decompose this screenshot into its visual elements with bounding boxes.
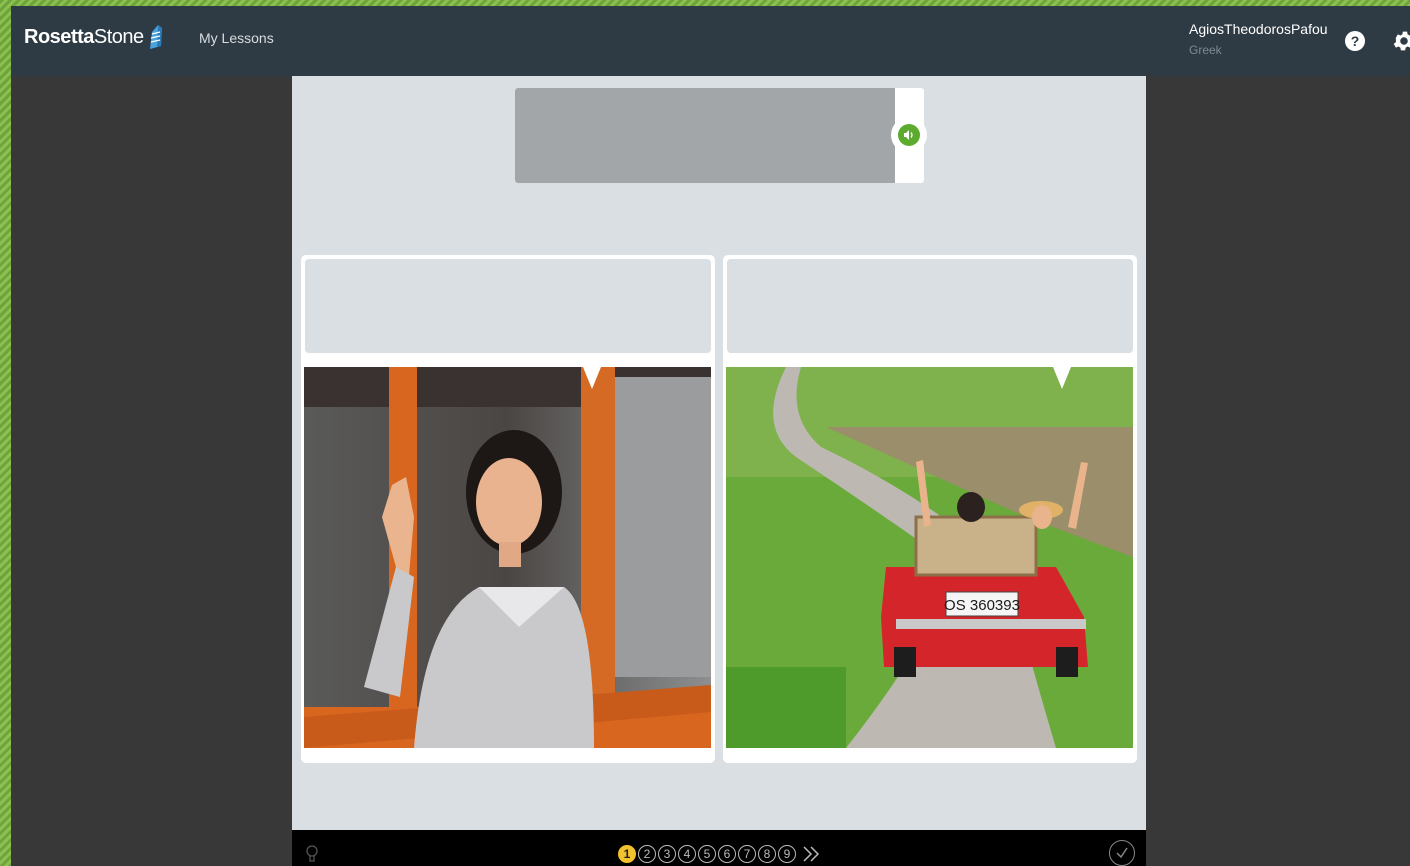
gear-icon[interactable] xyxy=(1391,28,1410,54)
progress-step[interactable]: 6 xyxy=(718,845,736,863)
progress-step[interactable]: 9 xyxy=(778,845,796,863)
progress-step[interactable]: 3 xyxy=(658,845,676,863)
woman-waving-photo xyxy=(304,367,711,748)
progress-step[interactable]: 8 xyxy=(758,845,776,863)
answer-card-woman-waving[interactable] xyxy=(301,255,715,763)
checkmark-icon[interactable] xyxy=(1109,840,1135,866)
question-icon[interactable]: ? xyxy=(1345,31,1365,51)
logo-icon xyxy=(149,25,162,49)
card-caption-box xyxy=(727,259,1133,353)
license-plate: OS 360393 xyxy=(944,597,1020,614)
couple-convertible-photo: OS 360393 xyxy=(726,367,1133,748)
brand-light: Stone xyxy=(93,25,144,48)
prompt-box xyxy=(515,88,927,183)
app-window: Rosetta Stone My Lessons AgiosTheodorosP… xyxy=(11,6,1410,866)
username: AgiosTheodorosPafou xyxy=(1189,21,1328,37)
prompt-text-area xyxy=(515,88,895,183)
double-chevron-right-icon[interactable] xyxy=(801,844,821,864)
card-caption-box xyxy=(305,259,711,353)
progress-step[interactable]: 5 xyxy=(698,845,716,863)
course-language: Greek xyxy=(1189,43,1222,57)
progress-steps: 123456789 xyxy=(618,844,821,864)
progress-step[interactable]: 1 xyxy=(618,845,636,863)
top-navigation-bar: Rosetta Stone My Lessons AgiosTheodorosP… xyxy=(11,6,1410,76)
answer-card-couple-in-car[interactable]: OS 360393 xyxy=(723,255,1137,763)
my-lessons-link[interactable]: My Lessons xyxy=(199,30,274,46)
speaker-icon[interactable] xyxy=(891,117,927,153)
lightbulb-icon[interactable] xyxy=(304,844,320,866)
progress-step[interactable]: 7 xyxy=(738,845,756,863)
progress-step[interactable]: 2 xyxy=(638,845,656,863)
lesson-stage: OS 360393 xyxy=(292,76,1146,830)
progress-step[interactable]: 4 xyxy=(678,845,696,863)
user-info[interactable]: AgiosTheodorosPafou Greek xyxy=(1189,21,1328,57)
card-pointer xyxy=(1053,367,1071,389)
rosetta-stone-logo[interactable]: Rosetta Stone xyxy=(24,24,164,50)
card-pointer xyxy=(583,367,601,389)
brand-bold: Rosetta xyxy=(24,25,94,48)
lesson-footer: 123456789 xyxy=(292,830,1146,866)
